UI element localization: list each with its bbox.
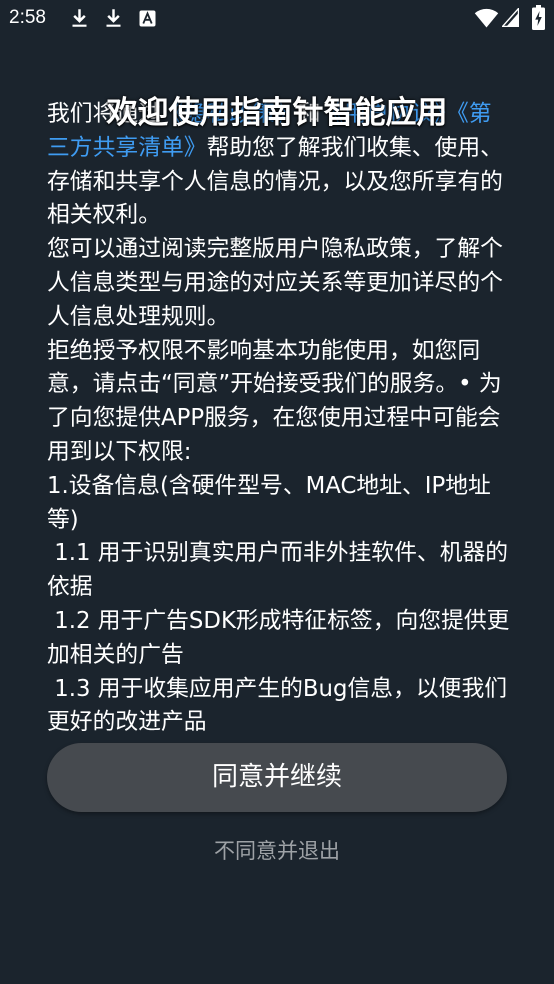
body-line: 人信息处理规则。: [47, 301, 517, 335]
body-text: 人信息处理规则。: [47, 303, 230, 330]
body-text: 拒绝授予权限不影响基本功能使用，如您同: [47, 337, 481, 364]
download-icon: [69, 7, 90, 29]
body-line: 加相关的广告: [47, 639, 517, 673]
body-line: 存储和共享个人信息的情况，以及您所享有的: [47, 166, 517, 200]
policy-link[interactable]: 三方共享清单》: [47, 135, 207, 161]
download-icon: [103, 7, 124, 29]
body-line: 了向您提供APP服务，在您使用过程中可能会: [47, 402, 517, 436]
body-line: 人信息类型与用途的对应关系等更加详尽的个: [47, 267, 517, 301]
body-text: 人信息类型与用途的对应关系等更加详尽的个: [47, 269, 503, 296]
status-bar: 2:58: [0, 0, 554, 36]
body-line: 更好的改进产品: [47, 706, 517, 740]
body-text: 1.3 用于收集应用产生的Bug信息，以便我们: [47, 675, 508, 702]
status-time: 2:58: [9, 7, 46, 28]
body-line: 依据: [47, 571, 517, 605]
body-line: 拒绝授予权限不影响基本功能使用，如您同: [47, 335, 517, 369]
body-line: 您可以通过阅读完整版用户隐私政策，了解个: [47, 233, 517, 267]
body-text: 意，请点击“同意”开始接受我们的服务。• 为: [47, 371, 502, 398]
agree-and-continue-button[interactable]: 同意并继续: [47, 743, 507, 812]
body-text: 1.2 用于广告SDK形成特征标签，向您提供更: [47, 607, 510, 634]
body-text: 了向您提供APP服务，在您使用过程中可能会: [47, 405, 501, 432]
signal-icon: [502, 8, 519, 27]
body-line: 三方共享清单》帮助您了解我们收集、使用、: [47, 132, 517, 166]
body-text: 1.1 用于识别真实用户而非外挂软件、机器的: [47, 540, 509, 567]
battery-charging-icon: [532, 5, 545, 30]
decline-and-exit-link[interactable]: 不同意并退出: [0, 838, 554, 864]
body-text: 帮助您了解我们收集、使用、: [206, 134, 503, 161]
body-line: 等): [47, 504, 517, 538]
dialog-body: 我们将通过《隐私政策》和《用户协议》《第 三方共享清单》帮助您了解我们收集、使用、…: [47, 98, 517, 740]
body-text: 用到以下权限:: [47, 438, 192, 465]
body-text: 等): [47, 506, 79, 533]
body-text: 存储和共享个人信息的情况，以及您所享有的: [47, 168, 503, 195]
text-a-icon: [139, 10, 156, 27]
body-line: 1.设备信息(含硬件型号、MAC地址、IP地址: [47, 470, 517, 504]
body-line: 1.1 用于识别真实用户而非外挂软件、机器的: [47, 537, 517, 571]
body-line: 1.3 用于收集应用产生的Bug信息，以便我们: [47, 673, 517, 707]
body-text: 依据: [47, 574, 93, 601]
body-text: 您可以通过阅读完整版用户隐私政策，了解个: [47, 236, 503, 263]
wifi-icon: [474, 7, 499, 28]
body-line: 用到以下权限:: [47, 436, 517, 470]
body-line: 1.2 用于广告SDK形成特征标签，向您提供更: [47, 605, 517, 639]
body-text: 加相关的广告: [47, 641, 184, 668]
body-line: 相关权利。: [47, 199, 517, 233]
body-text: 相关权利。: [47, 202, 161, 229]
body-text: 更好的改进产品: [47, 709, 207, 736]
body-line: 意，请点击“同意”开始接受我们的服务。• 为: [47, 368, 517, 402]
dialog-title: 欢迎使用指南针智能应用: [106, 95, 448, 131]
body-text: 1.设备信息(含硬件型号、MAC地址、IP地址: [47, 472, 491, 499]
